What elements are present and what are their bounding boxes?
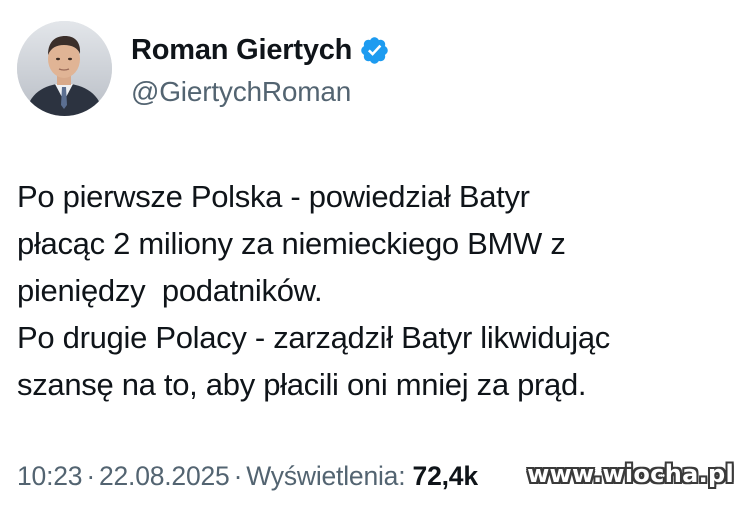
post-text-line: szansę na to, aby płacili oni mniej za p…	[17, 367, 587, 402]
author-handle[interactable]: @GiertychRoman	[131, 76, 390, 108]
post-meta: 10:23 · 22.08.2025 · Wyświetlenia: 72,4k	[17, 461, 478, 492]
views-label: Wyświetlenia:	[246, 461, 406, 491]
name-row: Roman Giertych	[131, 28, 390, 72]
post-text-line: Po drugie Polacy - zarządził Batyr likwi…	[17, 320, 610, 355]
post-time[interactable]: 10:23	[17, 461, 83, 491]
avatar[interactable]	[17, 21, 112, 116]
post-date[interactable]: 22.08.2025	[99, 461, 230, 491]
post-text-line: Po pierwsze Polska - powiedział Batyr	[17, 179, 530, 214]
views-count: 72,4k	[412, 461, 479, 491]
author-name[interactable]: Roman Giertych	[131, 34, 352, 67]
post-header: Roman Giertych @GiertychRoman	[131, 28, 390, 108]
meta-separator: ·	[233, 461, 243, 491]
verified-badge-icon[interactable]	[359, 35, 390, 66]
meta-separator: ·	[86, 461, 95, 491]
post-text-line: pieniędzy podatników.	[17, 273, 323, 308]
profile-photo-icon	[17, 21, 112, 116]
watermark: www.wiocha.pl	[527, 460, 734, 488]
tweet-card: Roman Giertych @GiertychRoman Po pierwsz…	[0, 0, 750, 509]
post-text-line: płacąc 2 miliony za niemieckiego BMW z	[17, 226, 566, 261]
post-text: Po pierwsze Polska - powiedział Batyr pł…	[17, 173, 737, 408]
